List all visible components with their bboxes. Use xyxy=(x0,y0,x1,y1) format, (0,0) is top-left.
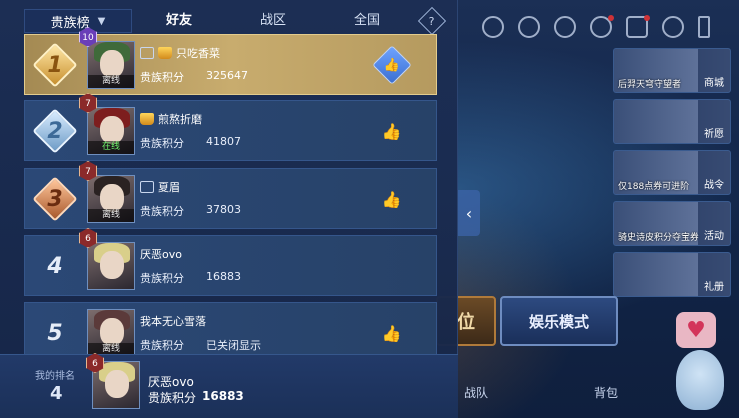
rank-number: 5 xyxy=(47,320,63,346)
score-line: 贵族积分 41807 xyxy=(140,135,241,151)
entertainment-mode-button[interactable]: 娱乐模式 xyxy=(500,296,618,346)
card-icon xyxy=(140,181,154,193)
player-name-line: 煎熬折磨 xyxy=(140,111,202,127)
player-name: 厌恶ovo xyxy=(140,248,182,261)
score-value: 37803 xyxy=(206,203,241,216)
player-name-line: 夏眉 xyxy=(140,179,180,195)
score-label: 贵族积分 xyxy=(140,339,184,352)
shop-label: 商城 xyxy=(698,49,730,92)
like-button[interactable]: 👍 xyxy=(372,179,412,219)
avatar[interactable] xyxy=(87,242,135,290)
score-label: 贵族积分 xyxy=(140,272,184,285)
collapse-panel-arrow-icon[interactable]: ‹ xyxy=(458,190,480,236)
like-button[interactable]: 👍 xyxy=(372,111,412,151)
tab-national[interactable]: 全国 xyxy=(320,9,414,33)
board-type-dropdown[interactable]: 贵族榜 ▼ xyxy=(24,9,132,33)
score-value: 16883 xyxy=(206,270,241,283)
event-card[interactable]: 骑史诗皮积分夺宝券 活动 xyxy=(613,201,731,246)
score-line: 贵族积分 已关闭显示 xyxy=(140,337,261,353)
like-button[interactable]: 👍 xyxy=(372,45,412,85)
team-button[interactable]: 战队 xyxy=(464,384,488,401)
gear-icon[interactable] xyxy=(662,16,684,38)
my-score-line: 贵族积分 16883 xyxy=(148,389,244,406)
chevron-down-icon: ▼ xyxy=(97,15,106,27)
status-label: 在线 xyxy=(88,141,134,154)
avatar[interactable]: 在线 xyxy=(87,107,135,155)
score-line: 贵族积分 325647 xyxy=(140,69,248,85)
my-rank-position: 4 xyxy=(50,383,63,404)
status-label: 离线 xyxy=(88,75,134,88)
card-icon xyxy=(140,47,154,59)
event-card[interactable]: 礼册 xyxy=(613,252,731,297)
score-value: 已关闭显示 xyxy=(206,339,261,352)
player-name: 夏眉 xyxy=(158,181,180,194)
thumbs-up-icon: 👍 xyxy=(382,189,402,209)
my-rank-label: 我的排名 xyxy=(35,371,75,382)
tab-region[interactable]: 战区 xyxy=(226,9,320,33)
rank-badge-gold: 1 xyxy=(32,41,78,89)
mascot-avatar[interactable] xyxy=(676,350,724,410)
leaderboard-row[interactable]: 4 6 厌恶ovo 贵族积分 16883 xyxy=(24,228,437,296)
player-name-line: 我本无心雪落 xyxy=(140,313,206,329)
activity-label: 活动 xyxy=(698,202,730,245)
thumbs-up-icon: 👍 xyxy=(383,57,401,73)
vip-icon xyxy=(158,47,172,59)
score-line: 贵族积分 16883 xyxy=(140,270,241,286)
wish-label: 祈愿 xyxy=(698,100,730,143)
vip-icon xyxy=(140,113,154,125)
signal-icon xyxy=(698,16,710,38)
thumbs-up-icon: 👍 xyxy=(382,121,402,141)
avatar[interactable]: 离线 xyxy=(87,41,135,89)
score-label: 贵族积分 xyxy=(140,137,184,150)
event-card[interactable]: 后羿天穹守望者 商城 xyxy=(613,48,731,93)
like-button[interactable]: 👍 xyxy=(372,313,412,353)
score-label: 贵族积分 xyxy=(140,71,184,84)
my-score-value: 16883 xyxy=(202,389,244,403)
my-rank-bar: 我的排名 4 6 厌恶ovo 贵族积分 16883 xyxy=(0,353,458,418)
avatar[interactable]: 离线 xyxy=(87,309,135,357)
player-name-line: 厌恶ovo xyxy=(140,246,182,262)
trophy-icon[interactable] xyxy=(554,16,576,38)
tab-friends[interactable]: 好友 xyxy=(132,9,226,36)
score-line: 贵族积分 37803 xyxy=(140,203,241,219)
event-card-text: 骑史诗皮积分夺宝券 xyxy=(618,233,700,243)
backpack-button[interactable]: 背包 xyxy=(594,384,618,401)
rank-number: 4 xyxy=(47,253,63,279)
thumbs-up-icon: 👍 xyxy=(382,323,402,343)
my-name: 厌恶ovo xyxy=(148,375,194,389)
leaderboard-row[interactable]: 1 离线 10 只吃香菜 贵族积分 325647 👍 xyxy=(24,27,437,95)
avatar[interactable]: 离线 xyxy=(87,175,135,223)
eye-icon[interactable] xyxy=(518,16,540,38)
status-label: 离线 xyxy=(88,209,134,222)
dropdown-label: 贵族榜 xyxy=(50,15,90,31)
friends-icon[interactable] xyxy=(590,15,614,38)
player-name: 我本无心雪落 xyxy=(140,315,206,328)
help-icon[interactable]: ? xyxy=(417,6,447,36)
leaderboard-row[interactable]: 2 在线 7 煎熬折磨 贵族积分 41807 👍 xyxy=(24,93,437,161)
event-card-text: 仅188点券可进阶 xyxy=(618,182,690,192)
event-card[interactable]: 祈愿 xyxy=(613,99,731,144)
event-card[interactable]: 仅188点券可进阶 战令 xyxy=(613,150,731,195)
score-value: 41807 xyxy=(206,135,241,148)
top-toolbar xyxy=(460,6,739,48)
event-card-text: 后羿天穹守望者 xyxy=(618,80,682,90)
player-name: 煎熬折磨 xyxy=(158,113,202,126)
battlepass-label: 战令 xyxy=(698,151,730,194)
mail-icon[interactable] xyxy=(626,15,650,38)
spiral-icon[interactable] xyxy=(482,16,504,38)
leaderboard-row[interactable]: 3 离线 7 夏眉 贵族积分 37803 👍 xyxy=(24,161,437,229)
my-score-label: 贵族积分 xyxy=(148,391,197,405)
gift-label: 礼册 xyxy=(698,253,730,296)
player-name: 只吃香菜 xyxy=(176,47,220,60)
score-label: 贵族积分 xyxy=(140,205,184,218)
score-value: 325647 xyxy=(206,69,248,82)
rank-badge-bronze: 3 xyxy=(32,175,78,223)
player-name-line: 只吃香菜 xyxy=(140,45,220,61)
leaderboard-panel: 贵族榜 ▼ 好友 战区 全国 ? 1 离线 10 只吃香菜 贵族积分 32564… xyxy=(0,0,458,418)
rank-badge-silver: 2 xyxy=(32,107,78,155)
event-cards: 后羿天穹守望者 商城 祈愿 仅188点券可进阶 战令 骑史诗皮积分夺宝券 活动 … xyxy=(613,48,731,297)
heart-icon[interactable]: ♥ xyxy=(676,312,716,348)
